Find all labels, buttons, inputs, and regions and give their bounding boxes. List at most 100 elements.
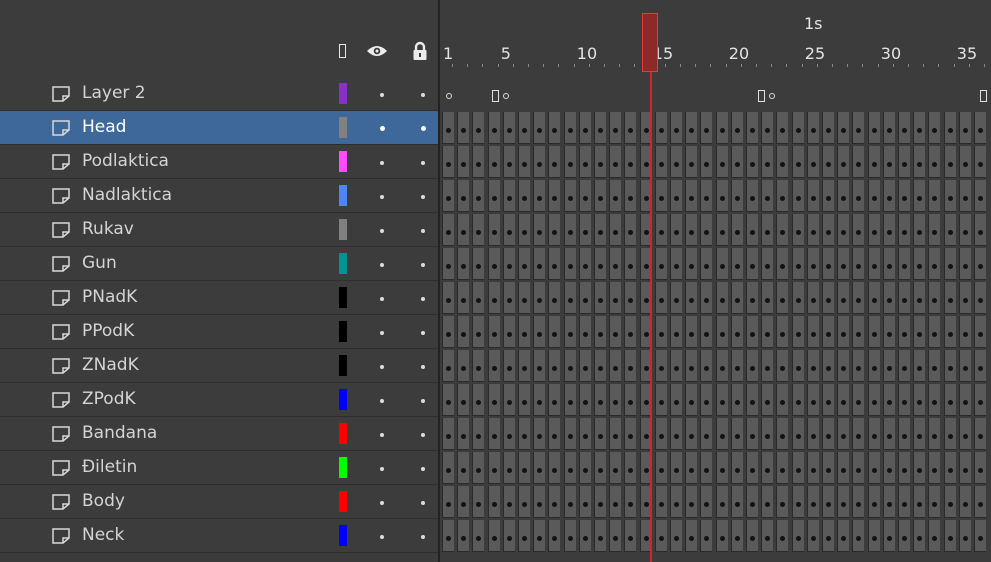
- keyframe-cell[interactable]: [548, 384, 561, 416]
- keyframe-cell[interactable]: [882, 350, 895, 382]
- keyframe-cell[interactable]: [594, 316, 606, 348]
- keyframe-cell[interactable]: [761, 486, 774, 518]
- keyframe-cell[interactable]: [791, 180, 804, 212]
- keyframe-cell[interactable]: [578, 384, 591, 416]
- keyframe-cell[interactable]: [502, 146, 515, 178]
- keyframe-cell[interactable]: [715, 316, 728, 348]
- keyframe-cell[interactable]: [502, 486, 515, 518]
- keyframe-cell[interactable]: [822, 384, 834, 416]
- keyframe-cell[interactable]: [518, 180, 530, 212]
- keyframe-cell[interactable]: [761, 214, 774, 246]
- keyframe-cell[interactable]: [852, 180, 865, 212]
- keyframe-cell[interactable]: [837, 248, 850, 280]
- keyframe-cell[interactable]: [457, 486, 470, 518]
- keyframe-cell[interactable]: [457, 452, 470, 484]
- keyframe-cell[interactable]: [624, 452, 637, 484]
- keyframe-cell[interactable]: [442, 214, 454, 246]
- keyframe-cell[interactable]: [928, 180, 941, 212]
- keyframe-cell[interactable]: [578, 146, 591, 178]
- keyframe-cell[interactable]: [533, 316, 546, 348]
- keyframe-cell[interactable]: [791, 384, 804, 416]
- keyframe-cell[interactable]: [457, 214, 470, 246]
- keyframe-cell[interactable]: [776, 214, 789, 246]
- layer-name[interactable]: PNadK: [82, 281, 137, 315]
- keyframe-cell[interactable]: [578, 112, 591, 144]
- keyframe-cell[interactable]: [700, 214, 713, 246]
- keyframe-cell[interactable]: [974, 384, 986, 416]
- keyframe-cell[interactable]: [502, 452, 515, 484]
- keyframe-cell[interactable]: [943, 316, 956, 348]
- keyframe-cell[interactable]: [472, 282, 485, 314]
- keyframe-cell[interactable]: [685, 418, 698, 450]
- keyframe-cell[interactable]: [746, 316, 758, 348]
- keyframe-cell[interactable]: [958, 384, 971, 416]
- keyframe-cell[interactable]: [867, 146, 880, 178]
- keyframe-cell[interactable]: [518, 214, 530, 246]
- keyframe-cell[interactable]: [806, 112, 819, 144]
- keyframe-cell[interactable]: [852, 146, 865, 178]
- keyframe-cell[interactable]: [882, 214, 895, 246]
- frame-row[interactable]: [440, 77, 991, 111]
- keyframe-cell[interactable]: [943, 214, 956, 246]
- keyframe-cell[interactable]: [822, 452, 834, 484]
- keyframe-cell[interactable]: [974, 418, 986, 450]
- keyframe-cell[interactable]: [442, 452, 454, 484]
- keyframe-cell[interactable]: [822, 418, 834, 450]
- keyframe-cell[interactable]: [700, 350, 713, 382]
- keyframe-cell[interactable]: [624, 418, 637, 450]
- keyframe-cell[interactable]: [487, 316, 500, 348]
- keyframe-cell[interactable]: [958, 248, 971, 280]
- keyframe-cell[interactable]: [548, 180, 561, 212]
- keyframe-cell[interactable]: [898, 384, 910, 416]
- keyframe-cell[interactable]: [837, 384, 850, 416]
- keyframe-cell[interactable]: [730, 248, 743, 280]
- keyframe-cell[interactable]: [654, 452, 667, 484]
- keyframe-cell[interactable]: [502, 248, 515, 280]
- layer-row[interactable]: ZNadK: [0, 349, 438, 383]
- keyframe-cell[interactable]: [624, 180, 637, 212]
- keyframe-cell[interactable]: [776, 486, 789, 518]
- keyframe-cell[interactable]: [518, 384, 530, 416]
- keyframe-cell[interactable]: [852, 520, 865, 552]
- keyframe-cell[interactable]: [502, 350, 515, 382]
- keyframe-cell[interactable]: [472, 384, 485, 416]
- layer-row[interactable]: Head: [0, 111, 438, 145]
- empty-keyframe[interactable]: [503, 93, 509, 99]
- keyframe-cell[interactable]: [715, 112, 728, 144]
- keyframe-cell[interactable]: [472, 248, 485, 280]
- keyframe-cell[interactable]: [548, 520, 561, 552]
- keyframe-cell[interactable]: [670, 180, 682, 212]
- frame-row[interactable]: [440, 179, 991, 213]
- keyframe-cell[interactable]: [974, 180, 986, 212]
- keyframe-cell[interactable]: [806, 452, 819, 484]
- keyframe-cell[interactable]: [472, 146, 485, 178]
- keyframe-cell[interactable]: [867, 384, 880, 416]
- keyframe-cell[interactable]: [609, 520, 622, 552]
- keyframe-cell[interactable]: [654, 146, 667, 178]
- layer-lock-toggle[interactable]: [421, 126, 426, 131]
- keyframe-cell[interactable]: [670, 350, 682, 382]
- keyframe-cell[interactable]: [776, 180, 789, 212]
- keyframe-cell[interactable]: [822, 180, 834, 212]
- frame-span-end[interactable]: [980, 90, 987, 102]
- keyframe-cell[interactable]: [730, 180, 743, 212]
- keyframe-cell[interactable]: [852, 112, 865, 144]
- keyframe-cell[interactable]: [761, 384, 774, 416]
- keyframe-cell[interactable]: [928, 384, 941, 416]
- keyframe-cell[interactable]: [761, 180, 774, 212]
- keyframe-cell[interactable]: [654, 112, 667, 144]
- keyframe-cell[interactable]: [533, 486, 546, 518]
- keyframe-cell[interactable]: [867, 350, 880, 382]
- keyframe-cell[interactable]: [442, 350, 454, 382]
- keyframe-cell[interactable]: [806, 486, 819, 518]
- keyframe-cell[interactable]: [852, 282, 865, 314]
- layer-name[interactable]: Gun: [82, 247, 117, 281]
- layer-visibility-toggle[interactable]: [380, 93, 384, 97]
- keyframe-cell[interactable]: [700, 146, 713, 178]
- keyframe-cell[interactable]: [609, 180, 622, 212]
- layer-row[interactable]: Gun: [0, 247, 438, 281]
- keyframe-cell[interactable]: [487, 248, 500, 280]
- keyframe-cell[interactable]: [594, 180, 606, 212]
- keyframe-cell[interactable]: [746, 214, 758, 246]
- keyframe-cell[interactable]: [548, 350, 561, 382]
